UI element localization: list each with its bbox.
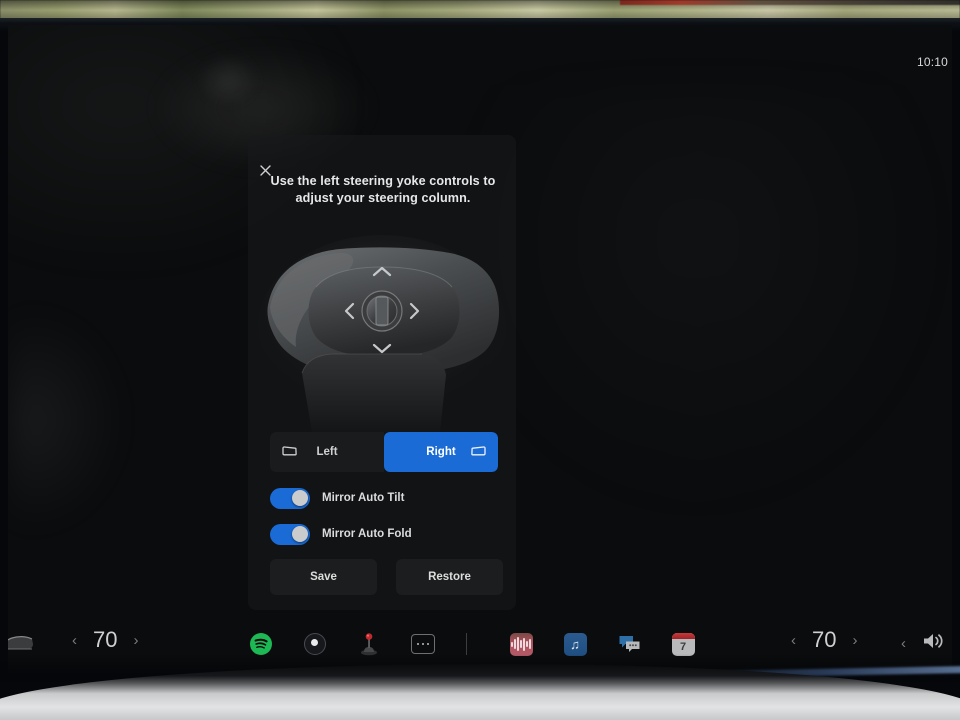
windshield-streak: [620, 0, 960, 5]
screenshot-stage: 10:10 Use the left steering yoke control…: [0, 0, 960, 720]
volume-decrease-icon[interactable]: ‹: [901, 636, 906, 651]
driver-temp-decrease-icon[interactable]: ‹: [72, 633, 77, 648]
mirror-side-left-label: Left: [316, 446, 338, 458]
mirror-auto-fold-label: Mirror Auto Fold: [322, 528, 412, 540]
restore-button[interactable]: Restore: [396, 559, 503, 595]
mirror-right-icon: [471, 445, 486, 460]
screen-reflection: [8, 305, 128, 535]
mirror-auto-tilt-toggle[interactable]: [270, 487, 310, 509]
volume-control[interactable]: ‹: [901, 631, 946, 656]
mirror-side-left-button[interactable]: Left: [270, 432, 384, 472]
steering-mirror-settings-card: Use the left steering yoke controls to a…: [248, 135, 516, 610]
car-touchscreen: 10:10 Use the left steering yoke control…: [8, 25, 952, 673]
mirror-side-selector[interactable]: Left Right: [270, 432, 498, 472]
mirror-auto-fold-row[interactable]: Mirror Auto Fold: [270, 523, 490, 545]
toggle-knob: [291, 490, 308, 506]
mirror-auto-tilt-label: Mirror Auto Tilt: [322, 492, 405, 504]
driver-temp-value: 70: [93, 627, 118, 652]
mirror-auto-tilt-row[interactable]: Mirror Auto Tilt: [270, 487, 490, 509]
mirror-side-right-button[interactable]: Right: [384, 432, 498, 472]
passenger-temp-decrease-icon[interactable]: ‹: [791, 633, 796, 648]
clock: 10:10: [916, 55, 948, 69]
taskbar-divider: [466, 633, 467, 655]
driver-temperature-control[interactable]: ‹ 70 ›: [72, 627, 138, 653]
save-button[interactable]: Save: [270, 559, 377, 595]
passenger-temp-value: 70: [812, 627, 837, 652]
passenger-temp-increase-icon[interactable]: ›: [852, 633, 857, 648]
toggle-knob: [291, 526, 308, 542]
volume-icon[interactable]: [922, 631, 946, 656]
headline-line-2: adjust your steering column.: [295, 191, 471, 205]
mirror-left-icon: [282, 445, 297, 460]
passenger-temperature-control[interactable]: ‹ 70 ›: [791, 627, 857, 653]
page-title: Use the left steering yoke controls to a…: [266, 173, 500, 207]
mirror-side-right-label: Right: [426, 446, 456, 458]
calendar-day: 7: [679, 641, 687, 653]
steering-yoke-illustration: [254, 227, 510, 432]
headline-line-1: Use the left steering yoke controls to: [270, 174, 496, 188]
screen-reflection: [198, 55, 258, 105]
driver-temp-increase-icon[interactable]: ›: [133, 633, 138, 648]
mirror-auto-fold-toggle[interactable]: [270, 523, 310, 545]
